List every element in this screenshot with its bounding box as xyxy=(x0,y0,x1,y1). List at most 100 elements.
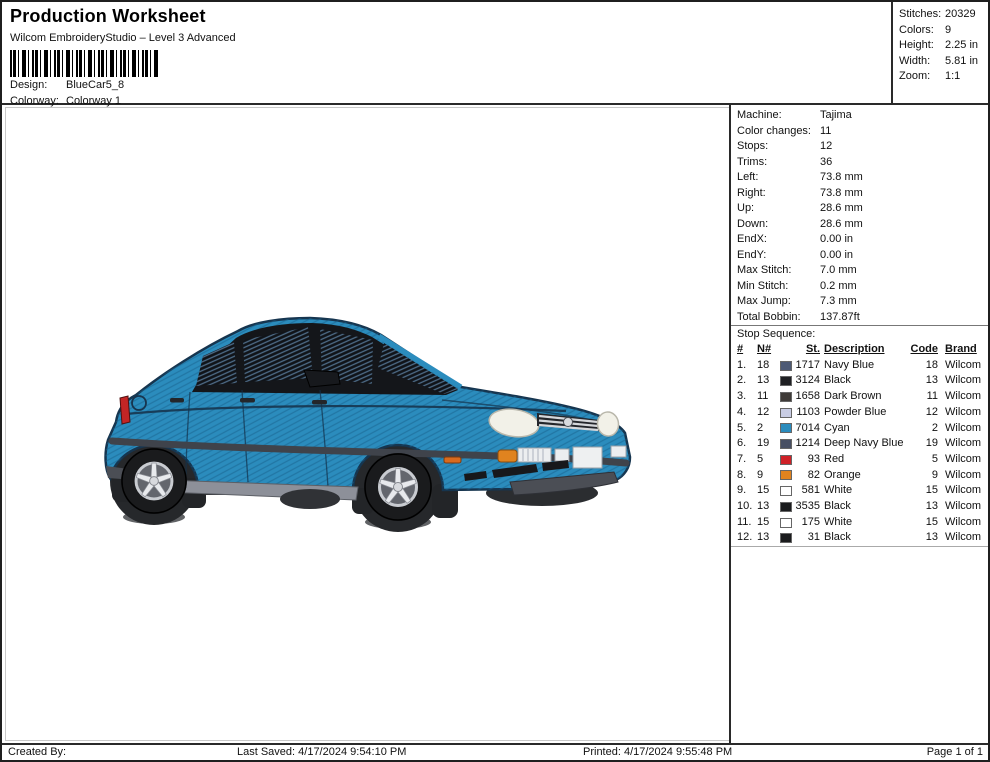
stop-sequence-row: 1.181717Navy Blue18Wilcom xyxy=(737,358,984,374)
color-changes-value: 11 xyxy=(820,124,984,140)
right-label: Right: xyxy=(737,186,820,202)
stop-sequence-row: 6.191214Deep Navy Blue19Wilcom xyxy=(737,436,984,452)
summary-row: Height:2.25 in xyxy=(899,38,986,54)
stop-sequence-row: 7.593Red5Wilcom xyxy=(737,452,984,468)
stop-sequence-row: 3.111658Dark Brown11Wilcom xyxy=(737,389,984,405)
header-left: Production Worksheet Wilcom EmbroiderySt… xyxy=(10,6,236,109)
production-worksheet-page: Production Worksheet Wilcom EmbroiderySt… xyxy=(0,0,990,762)
width-label: Width: xyxy=(899,54,945,70)
zoom-value: 1:1 xyxy=(945,69,986,85)
stop-sequence-row: 5.27014Cyan2Wilcom xyxy=(737,421,984,437)
thread-color-swatch xyxy=(780,455,792,465)
up-value: 28.6 mm xyxy=(820,201,984,217)
license-plate xyxy=(573,447,602,468)
side-marker xyxy=(444,457,461,463)
thread-color-swatch xyxy=(780,486,792,496)
app-subtitle: Wilcom EmbroideryStudio – Level 3 Advanc… xyxy=(10,32,236,44)
summary-box: Stitches:20329 Colors:9 Height:2.25 in W… xyxy=(891,2,988,103)
max-jump-value: 7.3 mm xyxy=(820,294,984,310)
design-canvas xyxy=(2,105,729,743)
up-label: Up: xyxy=(737,201,820,217)
page-title: Production Worksheet xyxy=(10,6,236,27)
machine-label: Machine: xyxy=(737,108,820,124)
thread-color-swatch xyxy=(780,518,792,528)
taillight xyxy=(120,396,130,424)
front-wheel xyxy=(364,453,432,521)
down-value: 28.6 mm xyxy=(820,217,984,233)
page-number: Page 1 of 1 xyxy=(927,746,983,758)
content: Machine:Tajima Color changes:11 Stops:12… xyxy=(2,105,988,743)
turn-indicator xyxy=(498,450,517,462)
last-saved-text: Last Saved: 4/17/2024 9:54:10 PM xyxy=(237,746,406,758)
col-header-code: Code xyxy=(908,342,938,358)
width-value: 5.81 in xyxy=(945,54,986,70)
header: Production Worksheet Wilcom EmbroiderySt… xyxy=(2,2,988,105)
summary-row: Stitches:20329 xyxy=(899,7,986,23)
col-header-description: Description xyxy=(820,342,908,358)
endx-value: 0.00 in xyxy=(820,232,984,248)
endy-label: EndY: xyxy=(737,248,820,264)
height-value: 2.25 in xyxy=(945,38,986,54)
stitches-label: Stitches: xyxy=(899,7,945,23)
stop-sequence-row: 2.133124Black13Wilcom xyxy=(737,373,984,389)
total-bobbin-label: Total Bobbin: xyxy=(737,310,820,326)
col-header-num: # xyxy=(737,342,757,358)
thread-color-swatch xyxy=(780,439,792,449)
stop-sequence-title: Stop Sequence: xyxy=(731,326,988,342)
thread-color-swatch xyxy=(780,376,792,386)
max-jump-label: Max Jump: xyxy=(737,294,820,310)
col-header-stitches: St. xyxy=(794,342,820,358)
zoom-label: Zoom: xyxy=(899,69,945,85)
rear-wheel xyxy=(121,448,187,514)
summary-row: Width:5.81 in xyxy=(899,54,986,70)
design-value: BlueCar5_8 xyxy=(66,77,236,93)
thread-color-swatch xyxy=(780,533,792,543)
left-value: 73.8 mm xyxy=(820,170,984,186)
max-stitch-value: 7.0 mm xyxy=(820,263,984,279)
thread-color-swatch xyxy=(780,502,792,512)
stop-sequence-row: 9.15581White15Wilcom xyxy=(737,483,984,499)
stops-value: 12 xyxy=(820,139,984,155)
printed-text: Printed: 4/17/2024 9:55:48 PM xyxy=(583,746,732,758)
stop-sequence-row: 8.982Orange9Wilcom xyxy=(737,468,984,484)
col-header-brand: Brand xyxy=(938,342,984,358)
machine-info: Machine:Tajima Color changes:11 Stops:12… xyxy=(731,105,988,325)
endy-value: 0.00 in xyxy=(820,248,984,264)
min-stitch-label: Min Stitch: xyxy=(737,279,820,295)
left-label: Left: xyxy=(737,170,820,186)
down-label: Down: xyxy=(737,217,820,233)
height-label: Height: xyxy=(899,38,945,54)
stop-sequence-row: 10.133535Black13Wilcom xyxy=(737,499,984,515)
min-stitch-value: 0.2 mm xyxy=(820,279,984,295)
summary-row: Zoom:1:1 xyxy=(899,69,986,85)
vw-badge xyxy=(564,418,573,427)
thread-color-swatch xyxy=(780,392,792,402)
colors-value: 9 xyxy=(945,23,986,39)
endx-label: EndX: xyxy=(737,232,820,248)
footer: Created By: Last Saved: 4/17/2024 9:54:1… xyxy=(2,743,988,760)
right-value: 73.8 mm xyxy=(820,186,984,202)
stop-sequence-row: 11.15175White15Wilcom xyxy=(737,515,984,531)
info-panel: Machine:Tajima Color changes:11 Stops:12… xyxy=(729,105,988,743)
max-stitch-label: Max Stitch: xyxy=(737,263,820,279)
trims-value: 36 xyxy=(820,155,984,171)
design-label: Design: xyxy=(10,77,66,93)
machine-value: Tajima xyxy=(820,108,984,124)
color-changes-label: Color changes: xyxy=(737,124,820,140)
summary-row: Colors:9 xyxy=(899,23,986,39)
thread-color-swatch xyxy=(780,408,792,418)
colors-label: Colors: xyxy=(899,23,945,39)
stop-sequence-row: 12.1331Black13Wilcom xyxy=(737,530,984,546)
design-row: Design: BlueCar5_8 xyxy=(10,77,236,93)
stops-label: Stops: xyxy=(737,139,820,155)
stop-sequence-header-row: # N# St. Description Code Brand xyxy=(737,342,984,358)
stop-sequence-row: 4.121103Powder Blue12Wilcom xyxy=(737,405,984,421)
side-mirror xyxy=(304,370,340,387)
car-embroidery-design xyxy=(90,310,650,540)
trims-label: Trims: xyxy=(737,155,820,171)
thread-color-swatch xyxy=(780,470,792,480)
thread-color-swatch xyxy=(780,423,792,433)
col-header-needle: N# xyxy=(757,342,777,358)
created-by-label: Created By: xyxy=(8,746,66,758)
stop-sequence-section: Stop Sequence: # N# St. Description Code… xyxy=(731,325,988,547)
